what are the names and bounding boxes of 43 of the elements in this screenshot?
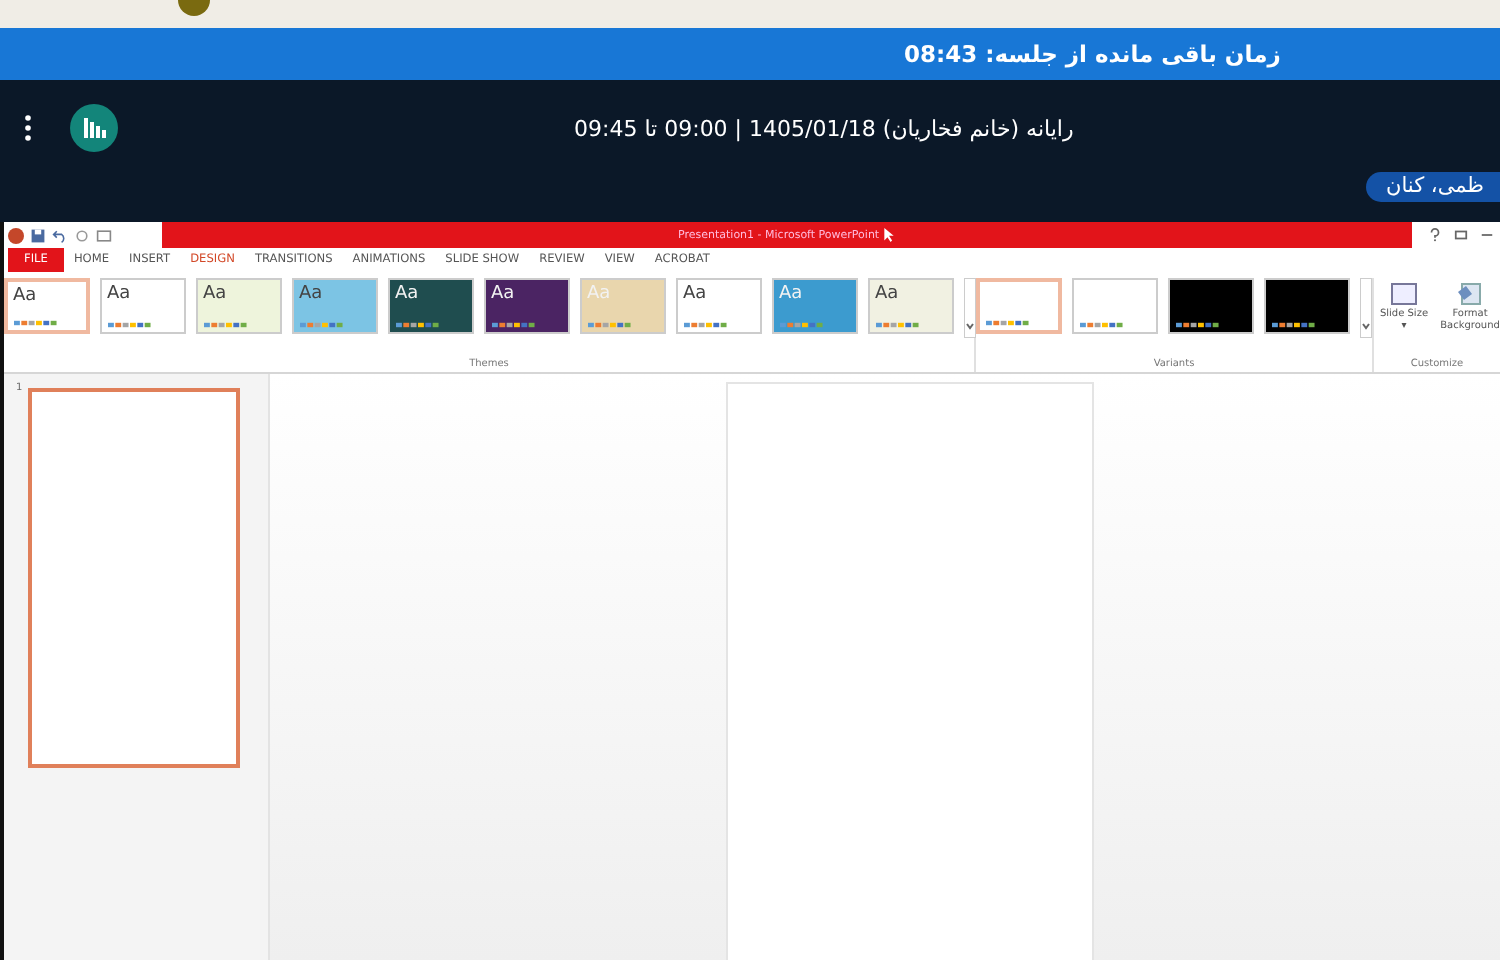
site-icon <box>178 0 210 16</box>
remaining-time-text: زمان باقی مانده از جلسه: 08:43 <box>904 40 1281 68</box>
theme-thumbnail[interactable]: Aa <box>3 278 89 334</box>
bar-chart-icon[interactable] <box>70 104 118 152</box>
save-icon[interactable] <box>30 227 46 243</box>
app-icon <box>8 227 24 243</box>
variant-thumbnail[interactable] <box>1168 278 1254 334</box>
theme-thumbnail[interactable]: Aa <box>195 278 281 334</box>
theme-thumbnail[interactable]: Aa <box>483 278 569 334</box>
participant-chip[interactable]: ظمی، کنان <box>1366 172 1500 202</box>
session-title: رایانه (خانم فخاریان) 1405/01/18 | 09:00 تا 09:45 <box>574 115 1074 141</box>
slide-thumbnail[interactable] <box>28 388 240 768</box>
palette-icon <box>1080 322 1124 328</box>
palette-icon <box>299 322 343 328</box>
help-icon[interactable] <box>1428 228 1442 242</box>
theme-thumbnail[interactable]: Aa <box>867 278 953 334</box>
variant-thumbnail[interactable] <box>1072 278 1158 334</box>
palette-icon <box>683 322 727 328</box>
palette-icon <box>587 322 631 328</box>
palette-icon <box>107 322 151 328</box>
minimize-icon[interactable] <box>1480 228 1494 242</box>
palette-icon <box>1176 322 1220 328</box>
theme-thumbnail[interactable]: Aa <box>675 278 761 334</box>
palette-icon <box>875 322 919 328</box>
slide-size-icon <box>1390 282 1418 306</box>
theme-thumbnail[interactable]: Aa <box>387 278 473 334</box>
palette-icon <box>395 322 439 328</box>
palette-icon <box>203 322 247 328</box>
undo-icon[interactable] <box>52 227 68 243</box>
palette-icon <box>13 320 57 326</box>
gallery-scroll-icon[interactable] <box>1360 278 1372 338</box>
palette-icon <box>1272 322 1316 328</box>
paint-bucket-icon <box>1456 282 1484 306</box>
gallery-scroll-icon[interactable] <box>963 278 975 338</box>
more-menu-icon[interactable] <box>24 114 32 142</box>
variant-thumbnail[interactable] <box>1264 278 1350 334</box>
palette-icon <box>986 320 1030 326</box>
theme-thumbnail[interactable]: Aa <box>99 278 185 334</box>
cursor-icon <box>883 228 894 242</box>
palette-icon <box>491 322 535 328</box>
theme-thumbnail[interactable]: Aa <box>291 278 377 334</box>
ribbon-options-icon[interactable] <box>1454 228 1468 242</box>
palette-icon <box>779 322 823 328</box>
